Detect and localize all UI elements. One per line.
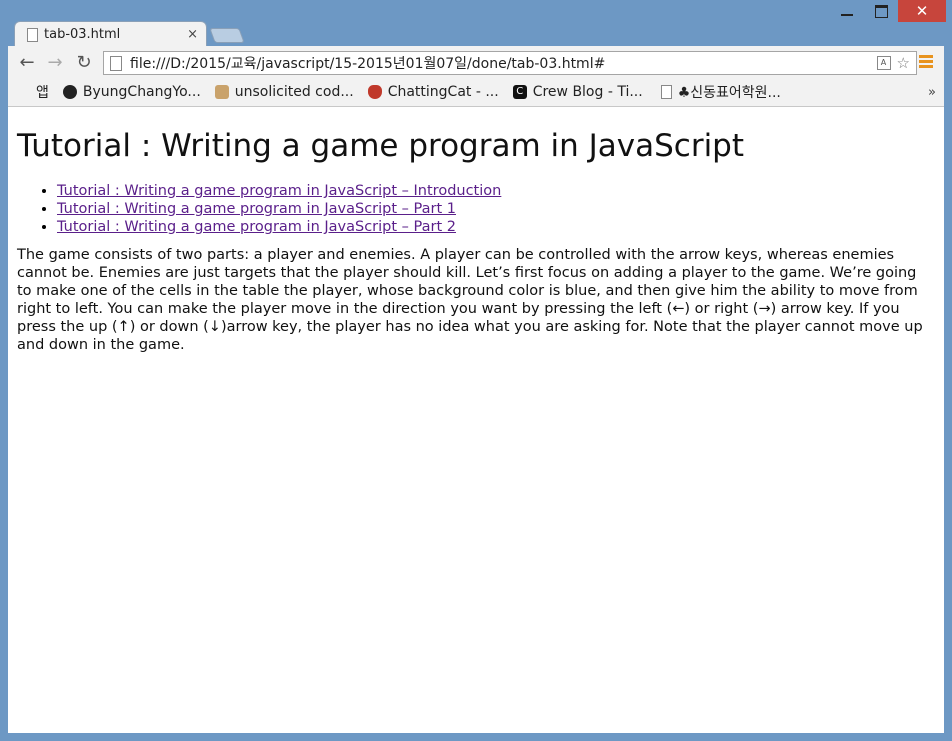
close-icon: ✕ (915, 2, 929, 20)
tab-close-icon[interactable]: × (187, 27, 198, 42)
bookmark-label: ♣신동표어학원... (677, 85, 781, 101)
cat-icon (367, 85, 382, 99)
tutorial-link-list: Tutorial : Writing a game program in Jav… (17, 182, 935, 236)
url-text[interactable]: file:///D:/2015/교육/javascript/15-2015년01… (130, 53, 877, 73)
list-item: Tutorial : Writing a game program in Jav… (57, 200, 935, 218)
window-controls: ✕ (830, 0, 946, 28)
page-content: Tutorial : Writing a game program in Jav… (8, 106, 944, 733)
menu-icon[interactable] (919, 55, 933, 70)
bookmarks-bar: 앱 ByungChangYo... unsolicited cod... Cha… (8, 80, 944, 104)
translate-icon[interactable]: A (876, 56, 891, 70)
dog-icon (214, 85, 229, 99)
page-icon (110, 55, 122, 71)
reload-button[interactable]: ↻ (73, 53, 95, 73)
maximize-icon (874, 4, 888, 18)
maximize-button[interactable] (864, 0, 898, 22)
tutorial-link-introduction[interactable]: Tutorial : Writing a game program in Jav… (57, 183, 501, 199)
bookmark-github[interactable]: ByungChangYo... (62, 84, 201, 100)
minimize-icon (841, 14, 853, 16)
bookmark-star-icon[interactable]: ☆ (897, 54, 910, 72)
bookmark-academy[interactable]: ♣신동표어학원... (660, 82, 781, 102)
page-icon (27, 27, 38, 42)
bookmark-crew-blog[interactable]: C Crew Blog - Ti... (512, 84, 643, 100)
github-icon (62, 85, 77, 99)
tab-title: tab-03.html (44, 27, 121, 42)
bookmark-label: 앱 (36, 85, 49, 101)
toolbar: ← → ↻ file:///D:/2015/교육/javascript/15-2… (8, 46, 944, 80)
page-heading: Tutorial : Writing a game program in Jav… (17, 128, 745, 164)
description-paragraph: The game consists of two parts: a player… (17, 247, 923, 353)
crew-icon: C (512, 85, 527, 99)
bookmark-label: Crew Blog - Ti... (532, 84, 643, 100)
forward-button[interactable]: → (44, 53, 66, 73)
browser-chrome: ← → ↻ file:///D:/2015/교육/javascript/15-2… (8, 46, 944, 106)
bookmark-label: ByungChangYo... (82, 84, 201, 100)
list-item: Tutorial : Writing a game program in Jav… (57, 182, 935, 200)
bookmark-label: ChattingCat - ... (387, 84, 499, 100)
browser-window-frame: ✕ tab-03.html × ← → ↻ file:///D:/2015/교육… (0, 0, 952, 741)
bookmark-unsolicited[interactable]: unsolicited cod... (214, 84, 354, 100)
minimize-button[interactable] (830, 0, 864, 22)
back-button[interactable]: ← (16, 53, 38, 73)
tutorial-link-part-1[interactable]: Tutorial : Writing a game program in Jav… (57, 201, 456, 217)
apps-icon (16, 85, 30, 99)
address-bar[interactable]: file:///D:/2015/교육/javascript/15-2015년01… (103, 51, 917, 75)
list-item: Tutorial : Writing a game program in Jav… (57, 218, 935, 236)
close-window-button[interactable]: ✕ (898, 0, 946, 22)
tab-active[interactable]: tab-03.html × (14, 21, 207, 47)
bookmark-apps[interactable]: 앱 (16, 82, 49, 102)
bookmarks-more-button[interactable]: » (928, 85, 936, 100)
page-icon (660, 85, 672, 99)
bookmark-label: unsolicited cod... (234, 84, 354, 100)
bookmark-chattingcat[interactable]: ChattingCat - ... (367, 84, 499, 100)
new-tab-button[interactable] (209, 28, 245, 43)
tutorial-link-part-2[interactable]: Tutorial : Writing a game program in Jav… (57, 219, 456, 235)
